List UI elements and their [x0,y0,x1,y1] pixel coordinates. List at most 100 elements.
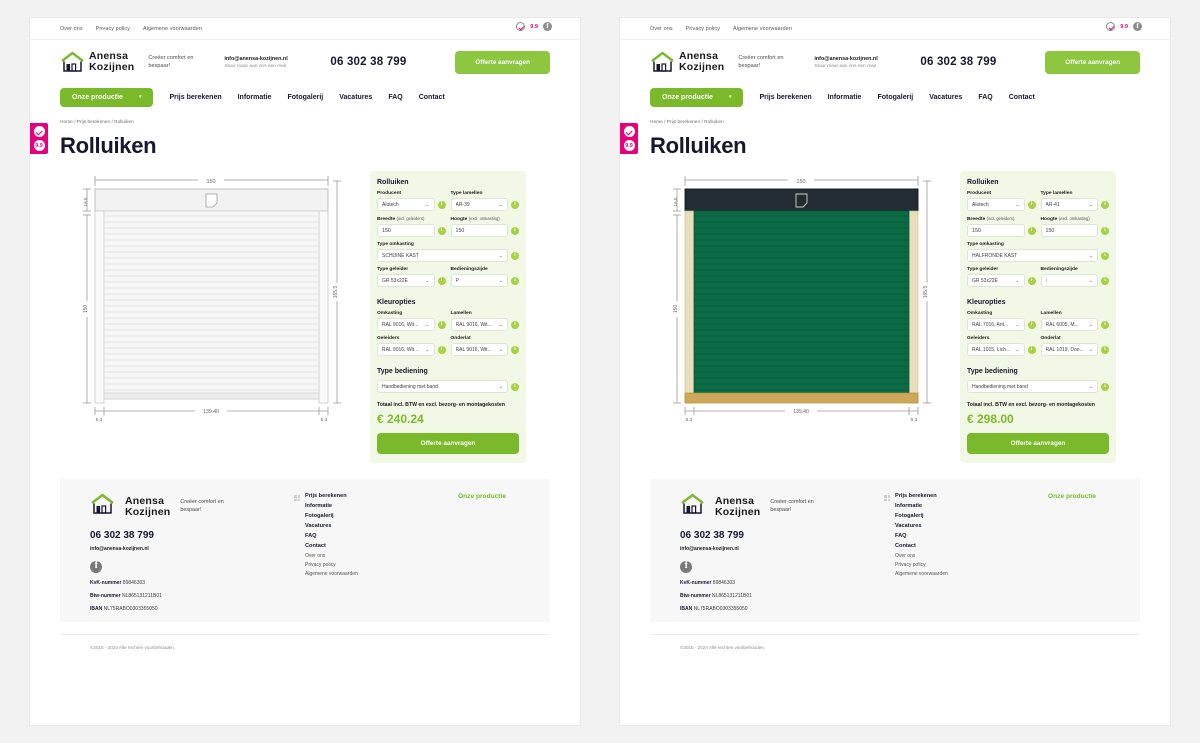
select-producent[interactable]: Alutech ⌄ [377,198,435,211]
utility-link-over-ons[interactable]: Over ons [650,26,673,32]
footer-link-informatie[interactable]: Informatie [305,503,358,509]
select-kleur-onderlat[interactable]: RAL 9016, Wit... ⌄ [450,343,508,356]
info-icon-kleur-onderlat[interactable]: i [1101,345,1109,354]
select-producent[interactable]: Alutech ⌄ [967,198,1025,211]
facebook-icon[interactable] [90,560,102,574]
select-kleur-geleiders[interactable]: RAL 1015, Lich... ⌄ [967,343,1025,356]
info-icon-type-lamellen[interactable]: i [511,200,519,209]
info-icon-type-geleider[interactable]: i [437,276,446,285]
footer-link-faq[interactable]: FAQ [305,533,358,539]
select-kleur-onderlat[interactable]: RAL 1019, Don... ⌄ [1040,343,1098,356]
footer-link-vacatures[interactable]: Vacatures [305,523,358,529]
info-icon-kleur-lamellen[interactable]: i [511,320,519,329]
facebook-icon[interactable] [1133,22,1142,31]
utility-link-over-ons[interactable]: Over ons [60,26,83,32]
nav-item-faq[interactable]: FAQ [978,94,992,101]
kiyoh-icon[interactable] [1106,22,1116,31]
select-type-bediening[interactable]: Handbediening met band ⌄ [967,380,1098,393]
info-icon-producent[interactable]: i [437,200,446,209]
info-icon-type-geleider[interactable]: i [1027,276,1036,285]
select-kleur-lamellen[interactable]: RAL 9016, Wit... ⌄ [450,318,508,331]
info-icon-type-omkasting[interactable]: i [1101,251,1109,260]
footer-link-informatie[interactable]: Informatie [895,503,948,509]
info-icon-hoogte[interactable]: i [511,226,519,235]
footer-sublink-voorwaarden[interactable]: Algemene voorwaarden [305,571,358,577]
info-icon-kleur-omkasting[interactable]: i [1027,320,1036,329]
footer-link-vacatures[interactable]: Vacatures [895,523,948,529]
panel-quote-button[interactable]: Offerte aanvragen [377,433,519,455]
info-icon-breedte[interactable]: i [1027,226,1036,235]
select-kleur-omkasting[interactable]: RAL 9016, Wit... ⌄ [377,318,435,331]
header-quote-button[interactable]: Offerte aanvragen [1045,50,1140,74]
input-hoogte[interactable]: 150 [1040,224,1098,237]
footer-link-contact[interactable]: Contact [895,543,948,549]
input-hoogte[interactable]: 150 [450,224,508,237]
floating-review-widget-right[interactable]: 9.9 [620,123,638,154]
nav-item-onze-productie[interactable]: Onze productie ▾ [60,87,154,107]
footer-link-fotogalerij[interactable]: Fotogalerij [305,513,358,519]
footer-phone[interactable]: 06 302 38 799 [680,530,870,541]
info-icon-kleur-lamellen[interactable]: i [1101,320,1109,329]
info-icon-kleur-omkasting[interactable]: i [437,320,446,329]
select-type-lamellen[interactable]: AR-41 ⌄ [1040,198,1098,211]
nav-item-prijs-berekenen[interactable]: Prijs berekenen [759,94,811,101]
select-type-omkasting[interactable]: SCHUINE KAST ⌄ [377,249,508,262]
header-quote-button[interactable]: Offerte aanvragen [455,50,550,74]
utility-link-privacy[interactable]: Privacy policy [96,26,130,32]
info-icon-type-omkasting[interactable]: i [511,251,519,260]
nav-item-vacatures[interactable]: Vacatures [929,94,962,101]
nav-item-onze-productie[interactable]: Onze productie ▾ [650,87,744,107]
input-breedte[interactable]: 150 [967,224,1025,237]
header-email-block[interactable]: info@anensa-kozijnen.nl Stuur maar aan o… [814,56,900,69]
review-score-badge[interactable]: 9.9 [33,140,45,151]
info-icon-hoogte[interactable]: i [1101,226,1109,235]
info-icon-kleur-geleiders[interactable]: i [1027,345,1036,354]
nav-item-informatie[interactable]: Informatie [238,94,272,101]
header-email[interactable]: info@anensa-kozijnen.nl [224,56,310,62]
info-icon-producent[interactable]: i [1027,200,1036,209]
info-icon-type-bediening[interactable]: i [1101,382,1109,391]
footer-link-prijs-berekenen[interactable]: Prijs berekenen [305,493,358,499]
logo[interactable]: Anensa Kozijnen [60,51,134,73]
select-type-bediening[interactable]: Handbediening met band ⌄ [377,380,508,393]
select-kleur-geleiders[interactable]: RAL 9016, Wit... ⌄ [377,343,435,356]
nav-item-faq[interactable]: FAQ [388,94,402,101]
facebook-icon[interactable] [543,22,552,31]
nav-item-informatie[interactable]: Informatie [828,94,862,101]
info-icon-kleur-onderlat[interactable]: i [511,345,519,354]
logo[interactable]: Anensa Kozijnen [650,51,724,73]
footer-link-fotogalerij[interactable]: Fotogalerij [895,513,948,519]
select-type-geleider[interactable]: GR 53x22E ⌄ [967,274,1025,287]
select-kleur-lamellen[interactable]: RAL 6005, M... ⌄ [1040,318,1098,331]
info-icon-type-bediening[interactable]: i [511,382,519,391]
nav-item-vacatures[interactable]: Vacatures [339,94,372,101]
select-type-omkasting[interactable]: HALFRONDE KAST ⌄ [967,249,1098,262]
footer-link-prijs-berekenen[interactable]: Prijs berekenen [895,493,948,499]
info-icon-breedte[interactable]: i [437,226,446,235]
select-type-lamellen[interactable]: AR-39 ⌄ [450,198,508,211]
footer-phone[interactable]: 06 302 38 799 [90,530,280,541]
header-phone[interactable]: 06 302 38 799 [330,56,406,68]
review-score-badge[interactable]: 9.9 [623,140,635,151]
select-type-geleider[interactable]: GR 53x22E ⌄ [377,274,435,287]
kiyoh-icon[interactable] [516,22,526,31]
footer-sublink-over-ons[interactable]: Over ons [305,553,358,559]
select-kleur-omkasting[interactable]: RAL 7016, Ant... ⌄ [967,318,1025,331]
footer-sublink-voorwaarden[interactable]: Algemene voorwaarden [895,571,948,577]
header-email-block[interactable]: info@anensa-kozijnen.nl Stuur maar aan o… [224,56,310,69]
facebook-icon[interactable] [680,560,692,574]
select-bedieningszijde[interactable]: P ⌄ [450,274,508,287]
footer-link-faq[interactable]: FAQ [895,533,948,539]
footer-email[interactable]: info@anensa-kozijnen.nl [680,546,870,552]
utility-link-privacy[interactable]: Privacy policy [686,26,720,32]
footer-sublink-privacy[interactable]: Privacy policy [305,562,358,568]
utility-link-voorwaarden[interactable]: Algemene voorwaarden [733,26,792,32]
nav-item-fotogalerij[interactable]: Fotogalerij [877,94,913,101]
kiyoh-check-icon[interactable] [33,126,45,137]
kiyoh-check-icon[interactable] [623,126,635,137]
footer-sublink-over-ons[interactable]: Over ons [895,553,948,559]
info-icon-kleur-geleiders[interactable]: i [437,345,446,354]
select-bedieningszijde[interactable]: l ⌄ [1040,274,1098,287]
nav-item-contact[interactable]: Contact [419,94,445,101]
panel-quote-button[interactable]: Offerte aanvragen [967,433,1109,455]
